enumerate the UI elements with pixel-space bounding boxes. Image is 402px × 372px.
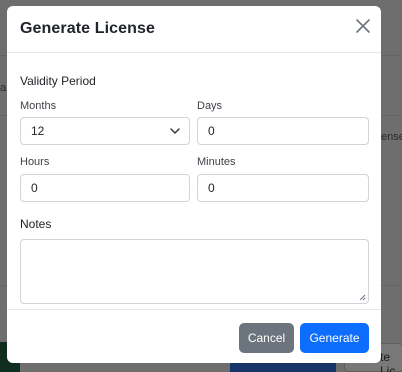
generate-license-modal: Generate License Validity Period Months … — [7, 6, 381, 363]
minutes-input[interactable]: 0 — [197, 174, 369, 202]
resize-grip-icon[interactable] — [359, 294, 366, 301]
close-button[interactable] — [355, 18, 371, 34]
minutes-input-value: 0 — [208, 181, 215, 195]
generate-button[interactable]: Generate — [300, 323, 369, 353]
minutes-label: Minutes — [197, 156, 236, 168]
days-label: Days — [197, 100, 223, 112]
hours-input-value: 0 — [31, 181, 38, 195]
validity-period-label: Validity Period — [20, 74, 96, 88]
months-select[interactable]: 12 — [20, 117, 190, 145]
hours-input[interactable]: 0 — [20, 174, 190, 202]
cancel-button[interactable]: Cancel — [239, 323, 294, 353]
modal-header: Generate License — [7, 6, 381, 53]
modal-title: Generate License — [20, 20, 155, 37]
notes-label: Notes — [20, 217, 52, 231]
days-input[interactable]: 0 — [197, 117, 369, 145]
modal-footer: Cancel Generate — [7, 309, 381, 363]
hours-label: Hours — [20, 156, 50, 168]
close-icon — [356, 19, 370, 33]
months-select-value: 12 — [31, 124, 45, 138]
months-label: Months — [20, 100, 57, 112]
chevron-down-icon — [170, 128, 180, 134]
days-input-value: 0 — [208, 124, 215, 138]
notes-textarea[interactable] — [20, 239, 369, 304]
